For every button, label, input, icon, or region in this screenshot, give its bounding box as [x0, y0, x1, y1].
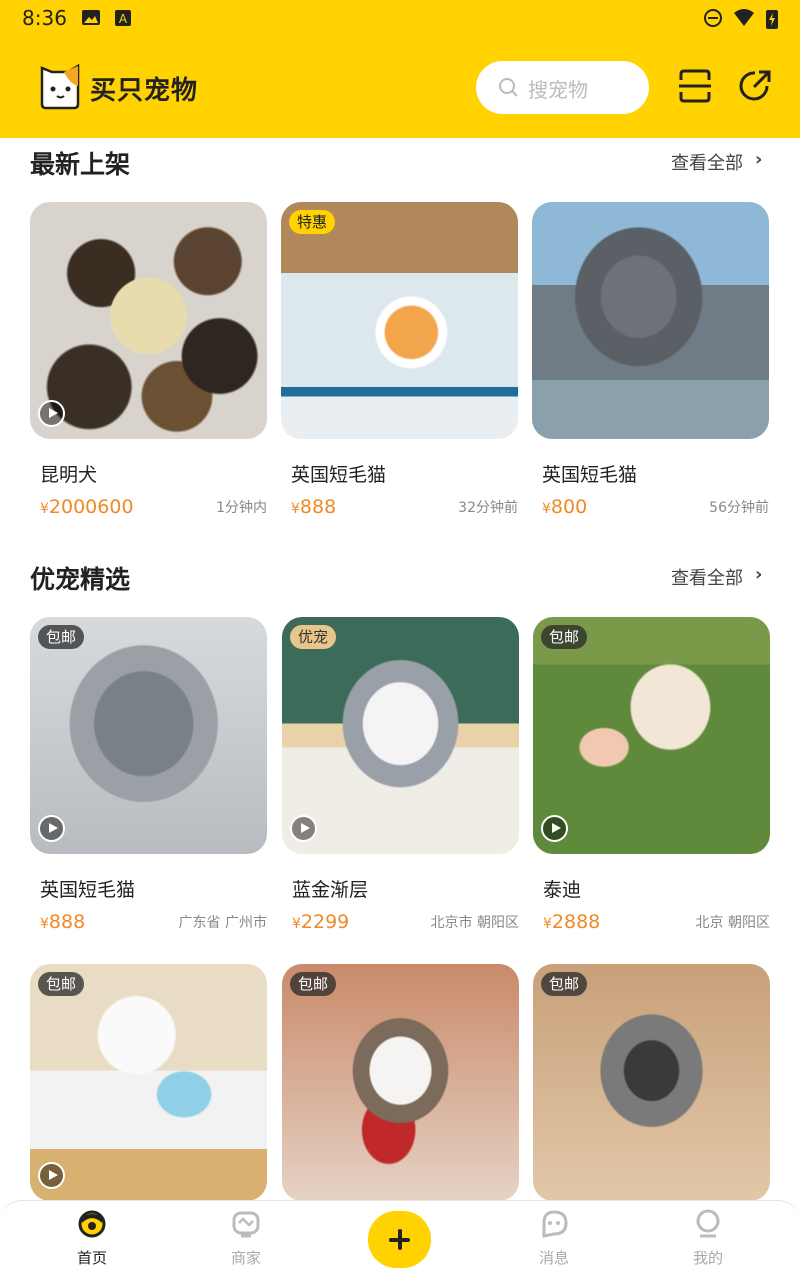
play-icon [541, 815, 568, 842]
premium-badge: 优宠 [290, 625, 337, 649]
pet-price: ¥2299 [292, 911, 350, 933]
pet-card[interactable]: 包邮 泰迪 ¥2888 北京 朝阳区 [533, 617, 770, 933]
see-all-latest-link[interactable]: 查看全部 › [671, 149, 762, 175]
chevron-right-icon: › [755, 564, 763, 585]
nav-label: 商家 [230, 1249, 261, 1267]
pet-image-white-kitten: 优宠 [282, 617, 519, 854]
pet-card[interactable]: 包邮 [30, 964, 267, 1201]
see-all-label: 查看全部 [671, 568, 743, 589]
nav-profile[interactable]: 我的 [668, 1209, 748, 1268]
pet-location: 广东省 广州市 [178, 915, 267, 931]
search-input[interactable]: 搜宠物 [476, 61, 649, 114]
pet-card[interactable]: 包邮 [282, 964, 519, 1201]
discount-badge: 特惠 [289, 210, 336, 234]
pet-image-schnauzer: 包邮 [533, 964, 770, 1201]
wifi-icon [734, 9, 754, 26]
pet-location: 北京市 朝阳区 [430, 915, 519, 931]
pet-price: ¥800 [542, 496, 588, 518]
app-header: 8:36 A 买只宠物 搜宠物 [0, 0, 800, 138]
pet-price: ¥888 [40, 911, 86, 933]
pet-name: 英国短毛猫 [542, 464, 638, 486]
pet-card[interactable]: 英国短毛猫 ¥800 56分钟前 [532, 202, 769, 518]
scan-icon[interactable] [678, 68, 712, 104]
pet-image-bichon: 包邮 [30, 964, 267, 1201]
home-icon [78, 1210, 106, 1238]
pet-posted-time: 56分钟前 [709, 500, 769, 516]
pet-price: ¥888 [291, 496, 337, 518]
pet-card[interactable]: 包邮 [533, 964, 770, 1201]
free-shipping-badge: 包邮 [541, 625, 588, 649]
bottom-nav: 首页 商家 消息 我的 [0, 1200, 800, 1280]
free-shipping-badge: 包邮 [541, 972, 588, 996]
pet-image-orange-kitten: 特惠 [281, 202, 518, 439]
pet-name: 英国短毛猫 [40, 879, 136, 901]
pet-posted-time: 32分钟前 [458, 500, 518, 516]
play-icon [38, 1162, 65, 1189]
svg-text:A: A [119, 12, 128, 26]
nav-label: 消息 [538, 1249, 569, 1267]
pet-posted-time: 1分钟内 [216, 500, 267, 516]
section-title-latest: 最新上架 [30, 150, 131, 179]
see-all-label: 查看全部 [671, 153, 743, 174]
a-notification-icon: A [115, 10, 131, 26]
section-title-featured: 优宠精选 [30, 565, 131, 594]
status-bar: 8:36 A [0, 0, 800, 38]
play-icon [290, 815, 317, 842]
pet-name: 英国短毛猫 [291, 464, 387, 486]
pet-location: 北京 朝阳区 [695, 915, 770, 931]
status-time: 8:36 [22, 6, 67, 30]
free-shipping-badge: 包邮 [38, 625, 85, 649]
nav-home[interactable]: 首页 [52, 1209, 132, 1268]
pet-card[interactable]: 优宠 蓝金渐层 ¥2299 北京市 朝阳区 [282, 617, 519, 933]
see-all-featured-link[interactable]: 查看全部 › [671, 564, 762, 590]
pet-image-ragdoll: 包邮 [282, 964, 519, 1201]
pet-price: ¥2888 [543, 911, 601, 933]
message-icon [542, 1210, 568, 1238]
pet-image-gray-kitten [532, 202, 769, 439]
play-icon [38, 400, 65, 427]
nav-label: 我的 [692, 1249, 723, 1267]
search-placeholder: 搜宠物 [528, 78, 588, 102]
profile-icon [696, 1209, 720, 1238]
add-icon[interactable] [368, 1211, 431, 1268]
chevron-right-icon: › [755, 149, 763, 170]
free-shipping-badge: 包邮 [290, 972, 337, 996]
pet-image-fluffy-kitten: 包邮 [30, 617, 267, 854]
pet-card[interactable]: 包邮 英国短毛猫 ¥888 广东省 广州市 [30, 617, 267, 933]
pet-name: 泰迪 [543, 879, 582, 901]
pet-image-teddy: 包邮 [533, 617, 770, 854]
pet-image-puppies [30, 202, 267, 439]
pet-card[interactable]: 特惠 英国短毛猫 ¥888 32分钟前 [281, 202, 518, 518]
battery-icon [766, 10, 778, 29]
pet-price: ¥2000600 [40, 496, 134, 518]
search-icon [499, 78, 518, 97]
nav-label: 首页 [76, 1249, 107, 1267]
app-logo-icon [40, 63, 80, 110]
pet-name: 蓝金渐层 [292, 879, 369, 901]
app-name: 买只宠物 [90, 76, 199, 106]
nav-shop[interactable]: 商家 [206, 1209, 286, 1268]
do-not-disturb-icon [704, 9, 722, 27]
pet-name: 昆明犬 [40, 464, 98, 486]
nav-messages[interactable]: 消息 [514, 1209, 594, 1268]
free-shipping-badge: 包邮 [38, 972, 85, 996]
play-icon [38, 815, 65, 842]
shop-icon [232, 1211, 260, 1238]
pet-card[interactable]: 昆明犬 ¥2000600 1分钟内 [30, 202, 267, 518]
image-notification-icon [82, 10, 100, 25]
share-icon[interactable] [737, 68, 773, 104]
